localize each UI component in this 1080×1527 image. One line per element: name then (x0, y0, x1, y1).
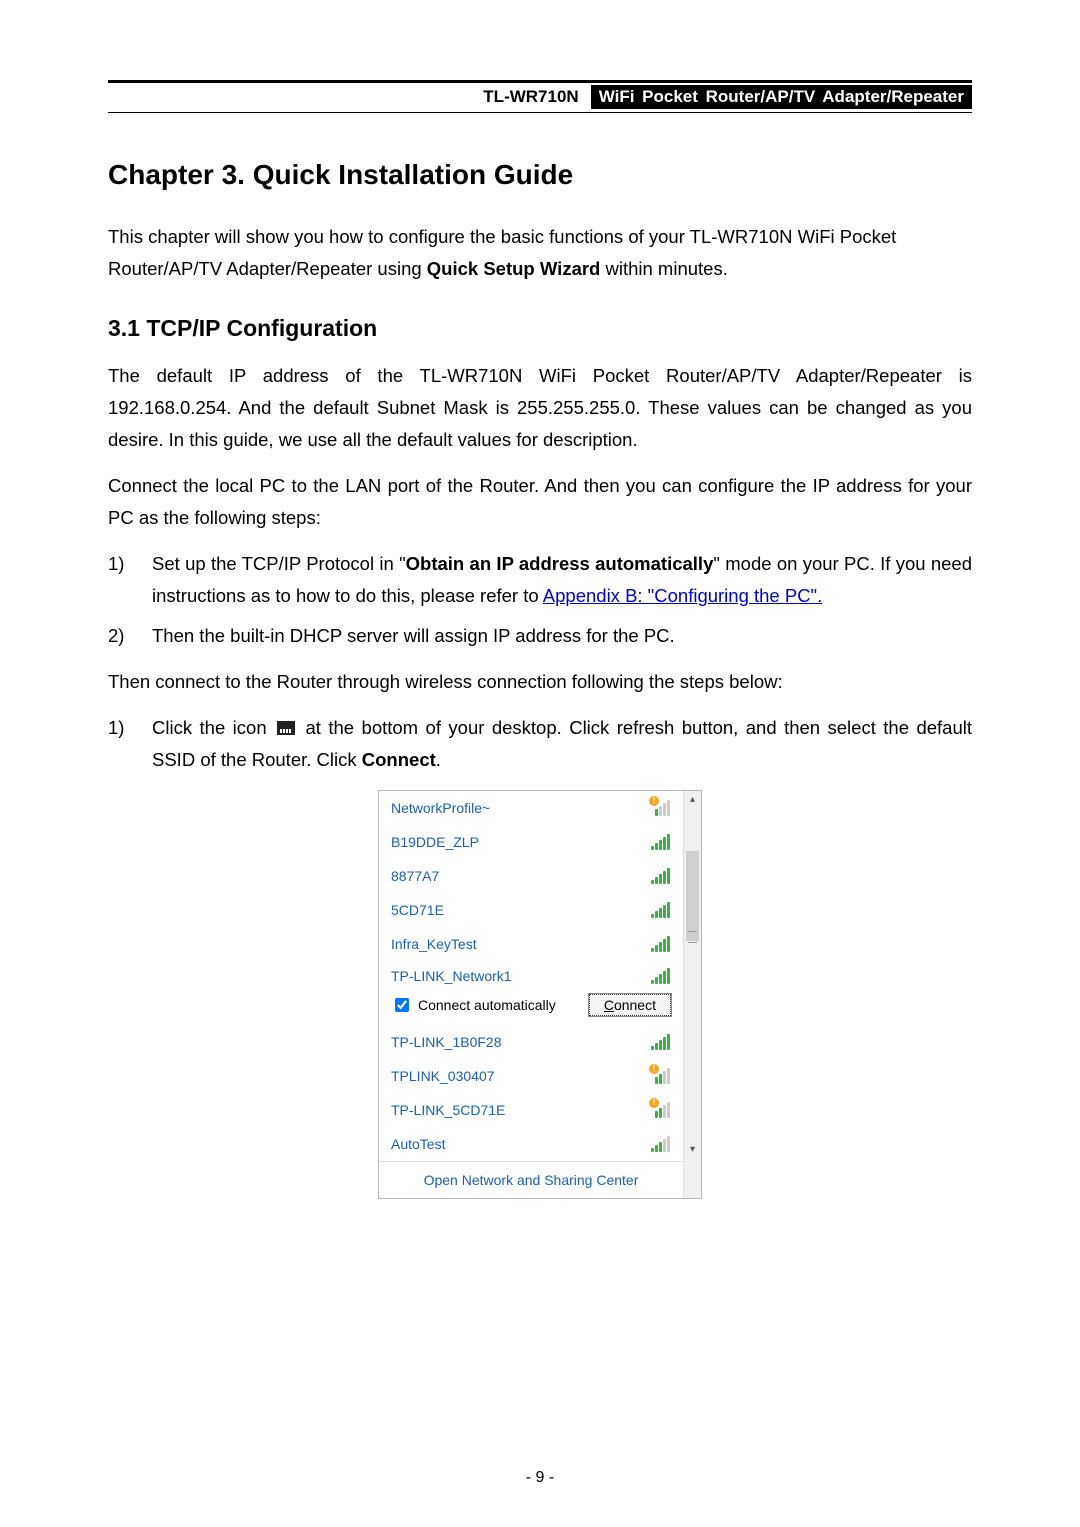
network-row[interactable]: B19DDE_ZLP (379, 825, 683, 859)
signal-icon (651, 1034, 671, 1050)
signal-icon (651, 902, 671, 918)
appendix-link[interactable]: Appendix B: "Configuring the PC". (543, 585, 823, 606)
step-number: 1) (108, 548, 152, 612)
signal-icon (651, 834, 671, 850)
network-name: TPLINK_030407 (391, 1068, 495, 1084)
network-row[interactable]: 5CD71E (379, 893, 683, 927)
network-row[interactable]: AutoTest (379, 1127, 683, 1161)
network-name: 8877A7 (391, 868, 439, 884)
step-number: 1) (108, 712, 152, 776)
network-row-selected[interactable]: TP-LINK_Network1 Connect automatically C… (379, 961, 683, 1025)
step-text: Then the built-in DHCP server will assig… (152, 620, 972, 652)
network-name: Infra_KeyTest (391, 936, 477, 952)
section-title: 3.1 TCP/IP Configuration (108, 315, 972, 342)
signal-icon (651, 968, 671, 984)
step-text: Click the icon at the bottom of your des… (152, 712, 972, 776)
intro-paragraph: This chapter will show you how to config… (108, 221, 972, 285)
network-name: B19DDE_ZLP (391, 834, 479, 850)
page-number: - 9 - (0, 1469, 1080, 1487)
paragraph-2: Connect the local PC to the LAN port of … (108, 470, 972, 534)
intro-text-b: within minutes. (600, 258, 728, 279)
connect-automatically-checkbox[interactable]: Connect automatically (391, 995, 556, 1015)
scroll-up-arrow-icon[interactable]: ▴ (684, 791, 701, 808)
network-name: TP-LINK_5CD71E (391, 1102, 505, 1118)
steps-list-2: 1) Click the icon at the bottom of your … (108, 712, 972, 776)
connect-button[interactable]: Connect (589, 994, 671, 1016)
scroll-thumb[interactable] (686, 851, 699, 941)
network-row[interactable]: NetworkProfile~! (379, 791, 683, 825)
network-row[interactable]: TPLINK_030407! (379, 1059, 683, 1093)
signal-icon (651, 936, 671, 952)
signal-icon: ! (651, 1068, 671, 1084)
auto-connect-input[interactable] (395, 998, 409, 1012)
header-model: TL-WR710N (477, 85, 584, 109)
intro-bold: Quick Setup Wizard (427, 258, 601, 279)
network-name: AutoTest (391, 1136, 445, 1152)
signal-icon: ! (651, 800, 671, 816)
signal-icon (651, 868, 671, 884)
scroll-down-arrow-icon[interactable]: ▾ (684, 1141, 701, 1158)
scroll-mark-icon (688, 931, 697, 943)
step-number: 2) (108, 620, 152, 652)
chapter-title: Chapter 3. Quick Installation Guide (108, 159, 972, 191)
paragraph-3: Then connect to the Router through wirel… (108, 666, 972, 698)
network-row[interactable]: TP-LINK_1B0F28 (379, 1025, 683, 1059)
network-name: TP-LINK_1B0F28 (391, 1034, 502, 1050)
step-text: Set up the TCP/IP Protocol in "Obtain an… (152, 548, 972, 612)
network-name: 5CD71E (391, 902, 444, 918)
network-row[interactable]: Infra_KeyTest (379, 927, 683, 961)
network-name: TP-LINK_Network1 (391, 968, 512, 984)
wifi-network-popup: NetworkProfile~! B19DDE_ZLP 8877A7 5CD71E In… (378, 790, 702, 1199)
network-row[interactable]: 8877A7 (379, 859, 683, 893)
steps-list-1: 1) Set up the TCP/IP Protocol in "Obtain… (108, 548, 972, 652)
signal-icon (651, 1136, 671, 1152)
open-network-center-link[interactable]: Open Network and Sharing Center (379, 1161, 683, 1198)
network-row[interactable]: TP-LINK_5CD71E! (379, 1093, 683, 1127)
network-tray-icon (277, 721, 295, 735)
scrollbar[interactable]: ▴ ▾ (683, 791, 701, 1198)
signal-icon: ! (651, 1102, 671, 1118)
header-description: WiFi Pocket Router/AP/TV Adapter/Repeate… (591, 85, 972, 109)
network-name: NetworkProfile~ (391, 800, 490, 816)
paragraph-1: The default IP address of the TL-WR710N … (108, 360, 972, 456)
